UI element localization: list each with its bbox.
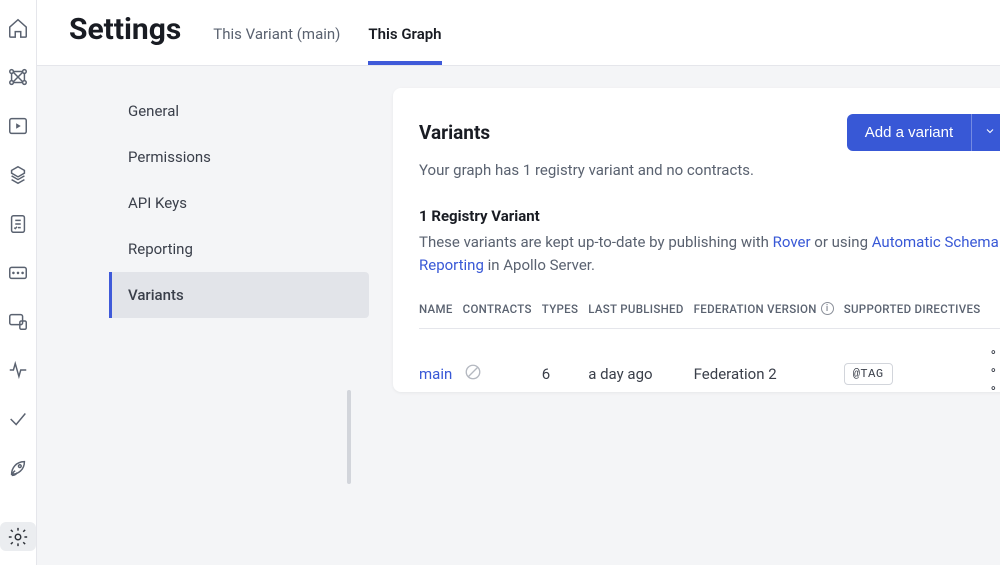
tab-this-variant[interactable]: This Variant (main) [213, 25, 340, 65]
variants-panel: Variants Add a variant Your graph has 1 … [393, 88, 1000, 392]
main-area: Settings This Variant (main) This Graph … [37, 0, 1000, 565]
table-row: main 6 a day ago Federation 2 @TAG °°° [419, 328, 1000, 415]
sidenav-variants[interactable]: Variants [109, 272, 369, 318]
operations-icon[interactable] [0, 356, 36, 385]
info-icon[interactable]: i [821, 302, 834, 315]
tab-this-graph[interactable]: This Graph [368, 25, 441, 65]
col-types: TYPES [542, 294, 588, 329]
clients-icon[interactable] [0, 307, 36, 336]
panel-subtitle: Your graph has 1 registry variant and no… [419, 161, 1000, 179]
desc-text: These variants are kept up-to-date by pu… [419, 233, 773, 251]
registry-heading: 1 Registry Variant [419, 207, 1000, 225]
registry-description: These variants are kept up-to-date by pu… [419, 231, 1000, 278]
sidenav-permissions[interactable]: Permissions [109, 134, 369, 180]
subgraphs-icon[interactable] [0, 160, 36, 189]
sidenav-apikeys[interactable]: API Keys [109, 180, 369, 226]
col-name: NAME [419, 294, 463, 329]
no-contracts-icon [463, 362, 483, 382]
add-variant-button[interactable]: Add a variant [847, 114, 971, 151]
home-icon[interactable] [0, 14, 36, 43]
add-variant-button-group: Add a variant [847, 114, 1000, 151]
settings-sidenav: General Permissions API Keys Reporting V… [37, 88, 369, 543]
sidenav-general[interactable]: General [109, 88, 369, 134]
fields-icon[interactable] [0, 258, 36, 287]
cell-federation-version: Federation 2 [694, 328, 844, 415]
col-contracts: CONTRACTS [463, 294, 542, 329]
col-federation-version: FEDERATION VERSION i [694, 294, 844, 329]
col-supported-directives: SUPPORTED DIRECTIVES [844, 294, 991, 329]
directive-chip: @TAG [844, 363, 893, 385]
row-actions-menu[interactable]: °°° [991, 328, 1000, 415]
header-tabs: This Variant (main) This Graph [213, 0, 441, 65]
sidenav-reporting[interactable]: Reporting [109, 226, 369, 272]
cell-types: 6 [542, 328, 588, 415]
page-header: Settings This Variant (main) This Graph [37, 0, 1000, 66]
graph-icon[interactable] [0, 63, 36, 92]
changelog-icon[interactable] [0, 209, 36, 238]
add-variant-dropdown[interactable] [971, 114, 1000, 151]
left-rail [0, 0, 37, 565]
settings-icon[interactable] [0, 522, 36, 551]
rover-link[interactable]: Rover [773, 233, 811, 251]
col-federation-version-label: FEDERATION VERSION [694, 302, 817, 316]
col-last-published: LAST PUBLISHED [588, 294, 693, 329]
panel-title: Variants [419, 121, 490, 144]
chevron-down-icon [984, 124, 996, 141]
desc-text-3: in Apollo Server. [484, 256, 595, 274]
launches-icon[interactable] [0, 453, 36, 482]
checks-icon[interactable] [0, 405, 36, 434]
variants-table: NAME CONTRACTS TYPES LAST PUBLISHED FEDE… [419, 294, 1000, 415]
variant-name-link[interactable]: main [419, 365, 452, 383]
explorer-icon[interactable] [0, 112, 36, 141]
scroll-indicator[interactable] [347, 390, 351, 484]
page-title: Settings [69, 12, 181, 65]
cell-last-published: a day ago [588, 328, 693, 415]
desc-text-2: or using [811, 233, 872, 251]
